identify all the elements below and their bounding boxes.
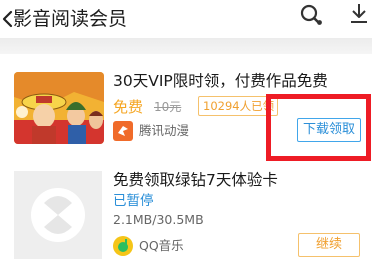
app-name: 腾讯动漫 [139,123,190,138]
highlight-annotation-box [266,94,371,161]
search-icon[interactable] [298,2,324,28]
placeholder-thumbnail [14,171,102,259]
header-bar: 影音阅读会员 [0,0,372,38]
download-size: 2.1MB/30.5MB [113,212,204,227]
free-price-label: 免费 [113,98,144,116]
resume-button[interactable]: 继续 [298,233,360,257]
download-status: 已暂停 [113,193,154,209]
qq-music-icon [113,236,133,256]
item-title: 免费领取绿钻7天体验卡 [113,171,278,189]
tencent-comic-icon [113,121,133,141]
section-divider [0,38,372,54]
page-title: 影音阅读会员 [13,8,128,30]
comic-cover-thumbnail [14,72,104,144]
item-title: 30天VIP限时领，付费作品免费 [113,72,328,90]
chevron-left-icon[interactable] [0,9,14,29]
app-name: QQ音乐 [139,238,184,253]
download-icon[interactable] [349,2,369,24]
original-price: 10元 [154,100,182,114]
